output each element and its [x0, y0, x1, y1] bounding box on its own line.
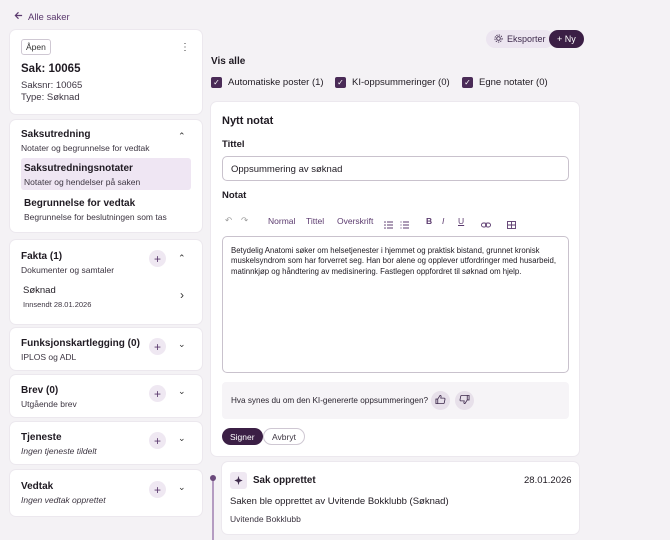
timeline-line [212, 478, 214, 540]
add-funksjon-button[interactable]: + [149, 338, 166, 355]
filter-label: KI-oppsummeringer (0) [352, 77, 450, 88]
gear-icon [494, 33, 503, 45]
note-label: Notat [222, 190, 247, 201]
case-card: Åpen ⋮ Sak: 10065 Saksnr: 10065 Type: Sø… [10, 30, 202, 114]
filter-ki[interactable]: ✓ KI-oppsummeringer (0) [335, 77, 450, 88]
sidebar-item-subtitle: Notater og hendelser på saken [24, 177, 141, 187]
bold-button[interactable]: B [426, 216, 432, 226]
brev-title: Brev (0) [21, 385, 59, 396]
fakta-title: Fakta (1) [21, 251, 63, 262]
add-brev-button[interactable]: + [149, 385, 166, 402]
chevron-down-icon[interactable]: ⌄ [178, 386, 186, 397]
checkbox-checked-icon: ✓ [462, 77, 473, 88]
underline-button[interactable]: U [458, 216, 464, 226]
note-editor[interactable]: Betydelig Anatomi søker om helsetjeneste… [222, 236, 569, 373]
thumbs-up-button[interactable] [431, 391, 450, 410]
arrow-left-icon [14, 11, 23, 23]
filter-egne[interactable]: ✓ Egne notater (0) [462, 77, 548, 88]
funksjon-section[interactable]: Funksjonskartlegging (0) IPLOS og ADL + … [10, 328, 202, 370]
add-tjeneste-button[interactable]: + [149, 432, 166, 449]
thumbs-down-icon [459, 392, 470, 410]
fakta-item-title: Søknad [23, 285, 56, 296]
thumbs-up-icon [435, 392, 446, 410]
chevron-down-icon[interactable]: ⌄ [178, 339, 186, 350]
tjeneste-title: Tjeneste [21, 432, 62, 443]
title-input-value: Oppsummering av søknad [231, 164, 343, 175]
timeline-author: Uvitende Bokklubb [230, 514, 301, 524]
fakta-item-soknad[interactable]: Søknad Innsendt 28.01.2026 › [21, 282, 191, 314]
timeline-body: Saken ble opprettet av Uvitende Bokklubb… [230, 496, 449, 507]
feedback-box: Hva synes du om den KI-genererte oppsumm… [222, 382, 569, 419]
thumbs-down-button[interactable] [455, 391, 474, 410]
back-link[interactable]: Alle saker [14, 11, 70, 23]
brev-section[interactable]: Brev (0) Utgående brev + ⌄ [10, 375, 202, 417]
vedtak-subtitle: Ingen vedtak opprettet [21, 495, 106, 505]
brev-subtitle: Utgående brev [21, 399, 77, 409]
cancel-button[interactable]: Avbryt [263, 428, 305, 445]
checkbox-checked-icon: ✓ [211, 77, 222, 88]
filter-label: Automatiske poster (1) [228, 77, 324, 88]
format-normal[interactable]: Normal [268, 216, 295, 226]
kebab-menu-icon[interactable]: ⋮ [180, 42, 190, 53]
timeline-dot [210, 475, 216, 481]
vedtak-section[interactable]: Vedtak Ingen vedtak opprettet + ⌄ [10, 470, 202, 516]
table-icon[interactable] [507, 216, 516, 234]
chevron-right-icon: › [180, 288, 184, 302]
filters-title: Vis alle [211, 56, 246, 67]
sidebar-item-subtitle: Begrunnelse for beslutningen som tas [24, 212, 167, 222]
case-number: Saksnr: 10065 [21, 80, 83, 91]
chevron-down-icon[interactable]: ⌄ [178, 482, 186, 493]
sidebar-item-saksutredningsnotater[interactable]: Saksutredningsnotater Notater og hendels… [21, 158, 191, 190]
filter-automatiske[interactable]: ✓ Automatiske poster (1) [211, 77, 324, 88]
timeline-title: Sak opprettet [253, 475, 316, 486]
sign-button[interactable]: Signer [222, 428, 263, 445]
back-link-label: Alle saker [28, 11, 70, 23]
numbered-list-icon[interactable] [400, 216, 409, 234]
chevron-up-icon[interactable]: ⌃ [178, 131, 186, 142]
feedback-question: Hva synes du om den KI-genererte oppsumm… [231, 396, 429, 405]
undo-icon[interactable]: ↶ [225, 215, 232, 226]
sidebar-item-title: Saksutredningsnotater [24, 163, 133, 174]
add-vedtak-button[interactable]: + [149, 481, 166, 498]
vedtak-title: Vedtak [21, 481, 54, 492]
fakta-item-date: Innsendt 28.01.2026 [23, 300, 92, 309]
chevron-up-icon[interactable]: ⌃ [178, 253, 186, 264]
funksjon-title: Funksjonskartlegging (0) [21, 338, 140, 349]
checkbox-checked-icon: ✓ [335, 77, 346, 88]
new-note-card: Nytt notat Tittel Oppsummering av søknad… [211, 102, 579, 456]
title-label: Tittel [222, 139, 245, 150]
timeline-entry: Sak opprettet 28.01.2026 Saken ble oppre… [222, 462, 579, 534]
bullet-list-icon[interactable] [384, 216, 393, 234]
fakta-section: Fakta (1) Dokumenter og samtaler + ⌃ Søk… [10, 240, 202, 324]
note-heading: Nytt notat [222, 115, 274, 127]
tjeneste-subtitle: Ingen tjeneste tildelt [21, 446, 97, 456]
format-title[interactable]: Tittel [306, 216, 324, 226]
filter-label: Egne notater (0) [479, 77, 548, 88]
title-input[interactable]: Oppsummering av søknad [222, 156, 569, 181]
sidebar-item-begrunnelse[interactable]: Begrunnelse for vedtak Begrunnelse for b… [21, 196, 191, 226]
sidebar-item-title: Begrunnelse for vedtak [24, 198, 136, 209]
link-icon[interactable] [481, 216, 491, 234]
chevron-down-icon[interactable]: ⌄ [178, 433, 186, 444]
sparkle-icon [230, 472, 247, 489]
add-fakta-button[interactable]: + [149, 250, 166, 267]
export-label: Eksporter [507, 34, 546, 44]
saksutredning-subtitle: Notater og begrunnelse for vedtak [21, 143, 150, 153]
saksutredning-section: Saksutredning Notater og begrunnelse for… [10, 120, 202, 232]
funksjon-subtitle: IPLOS og ADL [21, 352, 77, 362]
case-type: Type: Søknad [21, 92, 80, 103]
fakta-subtitle: Dokumenter og samtaler [21, 265, 115, 275]
tjeneste-section[interactable]: Tjeneste Ingen tjeneste tildelt + ⌄ [10, 422, 202, 464]
format-heading[interactable]: Overskrift [337, 216, 373, 226]
export-button[interactable]: Eksporter [486, 30, 554, 48]
italic-button[interactable]: I [442, 216, 444, 226]
timeline-date: 28.01.2026 [524, 475, 572, 486]
saksutredning-title: Saksutredning [21, 129, 91, 140]
note-body: Betydelig Anatomi søker om helsetjeneste… [231, 246, 557, 276]
new-button[interactable]: + Ny [549, 30, 584, 48]
case-title: Sak: 10065 [21, 63, 81, 75]
redo-icon[interactable]: ↷ [241, 215, 248, 226]
status-badge: Åpen [21, 39, 51, 55]
